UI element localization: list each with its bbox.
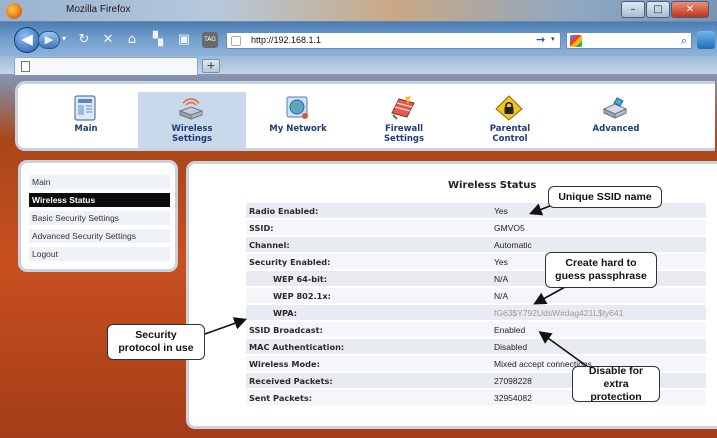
search-input[interactable]: ⌕ <box>566 32 692 49</box>
window-titlebar: Mozilla Firefox – □ ✕ <box>0 0 717 22</box>
row-label: Security Enabled: <box>249 257 331 267</box>
bookmark-toolbar-icon[interactable]: ▚ <box>150 32 166 48</box>
reload-icon[interactable]: ↻ <box>76 32 92 48</box>
nav-my-network-label: My Network <box>269 124 327 134</box>
row-label: MAC Authentication: <box>249 342 345 352</box>
firewall-bricks-icon <box>391 96 415 120</box>
status-row-ssid: SSID: GMVO5 <box>246 220 706 236</box>
advanced-router-icon <box>602 97 628 119</box>
page-title: Wireless Status <box>448 180 537 191</box>
navigation-toolbar: ◀ ▶ ▾ ↻ ✕ ⌂ ▚ ▣ TAG http://192.168.1.1 →… <box>0 22 717 56</box>
router-top-navigation: Main Wireless Settings My Network Firewa… <box>15 81 715 151</box>
status-row-channel: Channel: Automatic <box>246 237 706 253</box>
row-label: Channel: <box>249 240 290 250</box>
close-icon[interactable]: ✕ <box>671 1 709 18</box>
row-value: GMVO5 <box>494 223 525 233</box>
nav-firewall-settings-label: Firewall Settings <box>383 124 425 144</box>
row-value: 32954082 <box>494 393 532 403</box>
nav-wireless-settings-label: Wireless Settings <box>171 124 213 144</box>
row-label: Sent Packets: <box>249 393 313 403</box>
network-globe-icon <box>286 96 308 119</box>
row-label: WPA: <box>273 308 298 318</box>
status-row-mac-auth: MAC Authentication: Disabled <box>246 339 706 355</box>
row-label: Wireless Mode: <box>249 359 320 369</box>
main-page-icon <box>74 95 96 121</box>
callout-unique-ssid: Unique SSID name <box>548 186 662 208</box>
row-value: Yes <box>494 257 508 267</box>
row-value: Automatic <box>494 240 532 250</box>
nav-my-network[interactable]: My Network <box>244 92 352 148</box>
nav-wireless-settings[interactable]: Wireless Settings <box>138 92 246 148</box>
nav-main[interactable]: Main <box>32 92 140 148</box>
row-label: Received Packets: <box>249 376 333 386</box>
search-engine-icon[interactable] <box>570 35 582 47</box>
nav-main-label: Main <box>74 124 98 134</box>
forward-button[interactable]: ▶ <box>38 31 60 49</box>
row-label: WEP 802.1x: <box>273 291 331 301</box>
nav-parental-control-label: Parental Control <box>489 124 531 144</box>
row-value: N/A <box>494 274 509 284</box>
status-row-ssid-broadcast: SSID Broadcast: Enabled <box>246 322 706 338</box>
url-bar[interactable]: http://192.168.1.1 <box>226 32 561 49</box>
status-row-wep-8021x: WEP 802.1x: N/A <box>246 288 706 304</box>
nav-firewall-settings[interactable]: Firewall Settings <box>350 92 458 148</box>
callout-passphrase: Create hard to guess passphrase <box>545 252 657 288</box>
search-icon[interactable]: ⌕ <box>681 34 687 48</box>
back-button[interactable]: ◀ <box>14 27 40 53</box>
nav-advanced-label: Advanced <box>592 124 640 134</box>
sidebar-item-logout[interactable]: Logout <box>29 247 170 262</box>
wpa-passphrase-value: fG63$Y792UdsW#dag421L$ty641 <box>494 308 624 318</box>
status-row-wpa: WPA: fG63$Y792UdsW#dag421L$ty641 <box>246 305 706 321</box>
home-icon[interactable]: ⌂ <box>124 32 140 48</box>
new-tab-button[interactable]: + <box>202 59 220 73</box>
row-label: Radio Enabled: <box>249 206 319 216</box>
nav-parental-control[interactable]: Parental Control <box>456 92 564 148</box>
wireless-router-icon <box>178 98 204 120</box>
stop-icon[interactable]: ✕ <box>100 32 116 48</box>
window-title: Mozilla Firefox <box>66 4 131 15</box>
sidebar-item-advanced-security[interactable]: Advanced Security Settings <box>29 229 170 244</box>
nav-advanced[interactable]: Advanced <box>562 92 670 148</box>
row-value: Yes <box>494 206 508 216</box>
window-controls: – □ ✕ <box>621 1 709 18</box>
tab-bar: + <box>0 56 717 75</box>
page-favicon-icon <box>231 36 241 46</box>
tab-router[interactable] <box>14 57 198 75</box>
row-value: Disabled <box>494 342 528 352</box>
callout-security-protocol: Security protocol in use <box>107 324 205 360</box>
row-label: SSID Broadcast: <box>249 325 323 335</box>
sidebar-item-main[interactable]: Main <box>29 175 170 190</box>
row-label: SSID: <box>249 223 274 233</box>
row-value: Enabled <box>494 325 526 335</box>
addon-icon[interactable] <box>697 31 715 49</box>
callout-disable-broadcast: Disable for extra protection <box>572 365 660 403</box>
minimize-icon[interactable]: – <box>621 1 645 18</box>
go-arrow-icon[interactable]: → <box>536 33 545 46</box>
url-text[interactable]: http://192.168.1.1 <box>251 35 321 45</box>
maximize-icon[interactable]: □ <box>646 1 670 18</box>
history-dropdown-icon[interactable]: ▾ <box>62 34 66 43</box>
sidebar-toggle-icon[interactable]: ▣ <box>176 32 192 48</box>
padlock-icon <box>495 95 523 121</box>
tag-icon[interactable]: TAG <box>202 32 218 48</box>
sidebar-item-wireless-status[interactable]: Wireless Status <box>29 193 170 208</box>
row-value: N/A <box>494 291 509 301</box>
firefox-logo-icon <box>6 3 22 19</box>
sidebar-item-basic-security[interactable]: Basic Security Settings <box>29 211 170 226</box>
page-icon <box>21 61 30 72</box>
row-label: WEP 64-bit: <box>273 274 328 284</box>
url-dropdown-icon[interactable]: ▾ <box>551 35 555 43</box>
row-value: 27098228 <box>494 376 532 386</box>
sidebar-menu: Main Wireless Status Basic Security Sett… <box>18 160 178 272</box>
